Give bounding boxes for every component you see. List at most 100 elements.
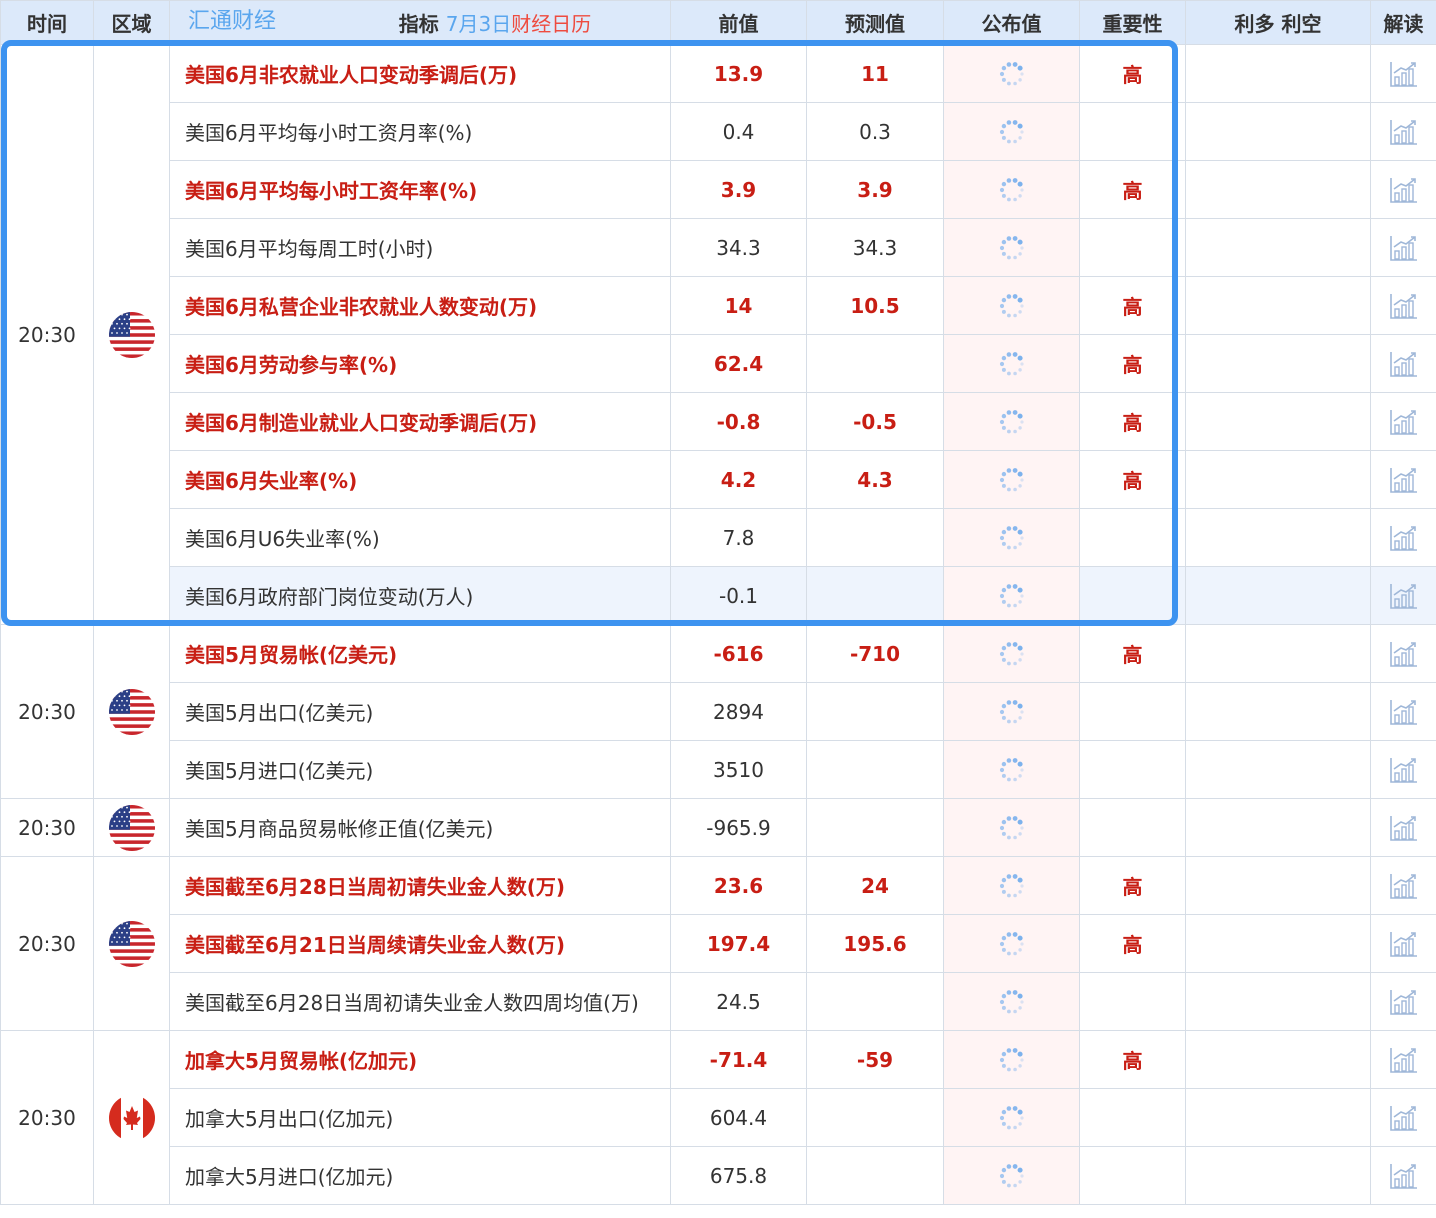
actual-value-cell <box>943 44 1080 103</box>
actual-value-cell <box>943 740 1080 799</box>
interpretation-cell[interactable] <box>1370 392 1436 451</box>
interpretation-cell[interactable] <box>1370 740 1436 799</box>
loading-spinner-icon <box>998 1104 1026 1132</box>
chart-icon[interactable] <box>1389 60 1419 88</box>
importance-value <box>1079 798 1186 857</box>
table-row: 美国6月平均每小时工资年率(%) 3.9 3.9 高 <box>1 160 1436 219</box>
forecast-value <box>806 740 944 799</box>
col-header-time: 时间 <box>0 0 94 45</box>
chart-icon[interactable] <box>1389 814 1419 842</box>
bull-bear-cell <box>1185 914 1371 973</box>
interpretation-cell[interactable] <box>1370 160 1436 219</box>
interpretation-cell[interactable] <box>1370 1146 1436 1205</box>
interpretation-cell[interactable] <box>1370 1030 1436 1089</box>
loading-spinner-icon <box>998 1162 1026 1190</box>
interpretation-cell[interactable] <box>1370 798 1436 857</box>
importance-value: 高 <box>1079 160 1186 219</box>
previous-value: 0.4 <box>670 102 807 161</box>
chart-icon[interactable] <box>1389 640 1419 668</box>
interpretation-cell[interactable] <box>1370 276 1436 335</box>
indicator-name: 加拿大5月进口(亿加元) <box>169 1146 671 1205</box>
chart-icon[interactable] <box>1389 408 1419 436</box>
interpretation-cell[interactable] <box>1370 624 1436 683</box>
forecast-value: 11 <box>806 44 944 103</box>
loading-spinner-icon <box>998 408 1026 436</box>
interpretation-cell[interactable] <box>1370 566 1436 625</box>
indicator-name: 美国6月平均每小时工资月率(%) <box>169 102 671 161</box>
importance-value <box>1079 508 1186 567</box>
chart-icon[interactable] <box>1389 350 1419 378</box>
chart-icon[interactable] <box>1389 466 1419 494</box>
chart-icon[interactable] <box>1389 930 1419 958</box>
bull-bear-cell <box>1185 44 1371 103</box>
importance-value: 高 <box>1079 334 1186 393</box>
importance-value: 高 <box>1079 44 1186 103</box>
forecast-value: -710 <box>806 624 944 683</box>
time-cell: 20:30 <box>0 1030 94 1205</box>
interpretation-cell[interactable] <box>1370 682 1436 741</box>
interpretation-cell[interactable] <box>1370 450 1436 509</box>
indicator-label: 指标 <box>398 12 439 36</box>
previous-value: 34.3 <box>670 218 807 277</box>
chart-icon[interactable] <box>1389 756 1419 784</box>
bull-bear-cell <box>1185 392 1371 451</box>
indicator-name: 加拿大5月出口(亿加元) <box>169 1088 671 1147</box>
interpretation-cell[interactable] <box>1370 856 1436 915</box>
chart-icon[interactable] <box>1389 1162 1419 1190</box>
interpretation-cell[interactable] <box>1370 508 1436 567</box>
indicator-name: 美国6月平均每周工时(小时) <box>169 218 671 277</box>
indicator-name: 加拿大5月贸易帐(亿加元) <box>169 1030 671 1089</box>
chart-icon[interactable] <box>1389 698 1419 726</box>
chart-icon[interactable] <box>1389 1104 1419 1132</box>
loading-spinner-icon <box>998 988 1026 1016</box>
importance-value <box>1079 566 1186 625</box>
calendar-body: 20:30 美国6月非农就业人口变动季调后(万) 13.9 11 高美国6月平均每小时工… <box>0 44 1436 1205</box>
interpretation-cell[interactable] <box>1370 218 1436 277</box>
time-cell: 20:30 <box>0 856 94 1031</box>
importance-value <box>1079 1088 1186 1147</box>
interpretation-cell[interactable] <box>1370 334 1436 393</box>
chart-icon[interactable] <box>1389 988 1419 1016</box>
previous-value: 3510 <box>670 740 807 799</box>
chart-icon[interactable] <box>1389 1046 1419 1074</box>
indicator-name: 美国6月劳动参与率(%) <box>169 334 671 393</box>
table-row: 美国6月政府部门岗位变动(万人) -0.1 <box>1 566 1436 625</box>
bull-bear-cell <box>1185 682 1371 741</box>
previous-value: 23.6 <box>670 856 807 915</box>
interpretation-cell[interactable] <box>1370 102 1436 161</box>
indicator-name: 美国6月失业率(%) <box>169 450 671 509</box>
forecast-value: 10.5 <box>806 276 944 335</box>
interpretation-cell[interactable] <box>1370 44 1436 103</box>
region-cell <box>93 856 170 1031</box>
chart-icon[interactable] <box>1389 872 1419 900</box>
chart-icon[interactable] <box>1389 582 1419 610</box>
bull-bear-cell <box>1185 1146 1371 1205</box>
previous-value: 62.4 <box>670 334 807 393</box>
interpretation-cell[interactable] <box>1370 914 1436 973</box>
chart-icon[interactable] <box>1389 292 1419 320</box>
ca-flag-icon <box>108 1094 155 1141</box>
importance-value: 高 <box>1079 914 1186 973</box>
loading-spinner-icon <box>998 582 1026 610</box>
interpretation-cell[interactable] <box>1370 972 1436 1031</box>
previous-value: 3.9 <box>670 160 807 219</box>
previous-value: 14 <box>670 276 807 335</box>
chart-icon[interactable] <box>1389 524 1419 552</box>
calendar-date: 7月3日 <box>445 12 512 36</box>
us-flag-icon <box>108 688 155 735</box>
time-cell: 20:30 <box>0 624 94 799</box>
indicator-name: 美国6月政府部门岗位变动(万人) <box>169 566 671 625</box>
loading-spinner-icon <box>998 524 1026 552</box>
previous-value: 675.8 <box>670 1146 807 1205</box>
us-flag-icon <box>108 920 155 967</box>
chart-icon[interactable] <box>1389 234 1419 262</box>
interpretation-cell[interactable] <box>1370 1088 1436 1147</box>
region-cell <box>93 798 170 857</box>
chart-icon[interactable] <box>1389 176 1419 204</box>
actual-value-cell <box>943 1146 1080 1205</box>
chart-icon[interactable] <box>1389 118 1419 146</box>
table-row: 美国6月平均每小时工资月率(%) 0.4 0.3 <box>1 102 1436 161</box>
region-cell <box>93 624 170 799</box>
table-row: 美国截至6月28日当周初请失业金人数四周均值(万) 24.5 <box>1 972 1436 1031</box>
indicator-name: 美国6月U6失业率(%) <box>169 508 671 567</box>
